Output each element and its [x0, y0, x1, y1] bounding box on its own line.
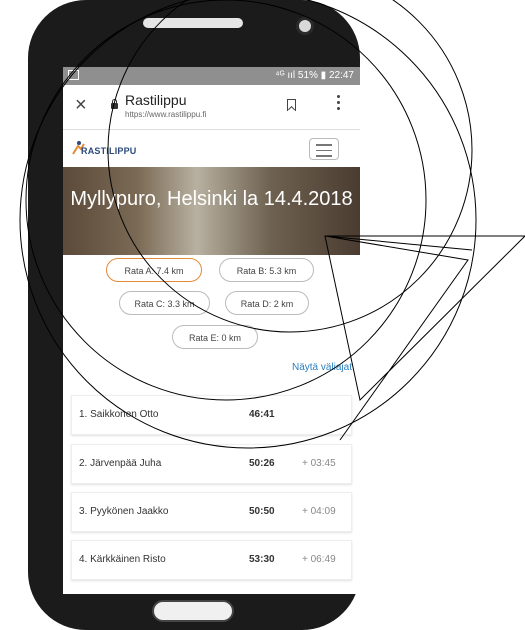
event-title: Myllypuro, Helsinki la 14.4.2018: [70, 188, 353, 210]
browser-toolbar: × Rastilippu https://www.rastilippu.fi: [63, 85, 360, 130]
runner-name: 4. Kärkkäinen Risto: [79, 554, 166, 565]
tab-rata-c[interactable]: Rata C: 3.3 km: [119, 291, 210, 315]
time-difference: + 04:09: [302, 506, 336, 517]
lock-icon: [111, 99, 118, 109]
phone-frame: ⁴ᴳ ııl 51% ▮ 22:47 × Rastilippu https://…: [28, 0, 360, 630]
more-options-icon[interactable]: [337, 95, 341, 113]
runner-name: 1. Saikkonen Otto: [79, 409, 159, 420]
page-title[interactable]: Rastilippu: [125, 92, 186, 108]
front-camera: [296, 17, 314, 35]
time-difference: + 06:49: [302, 554, 336, 565]
runner-time: 50:50: [249, 506, 275, 517]
runner-name: 2. Järvenpää Juha: [79, 458, 162, 469]
hamburger-menu-icon[interactable]: [309, 138, 339, 160]
status-bar: ⁴ᴳ ııl 51% ▮ 22:47: [63, 67, 360, 85]
status-indicators: ⁴ᴳ ııl 51% ▮ 22:47: [275, 70, 354, 81]
bookmark-icon[interactable]: [287, 99, 296, 111]
tab-rata-a[interactable]: Rata A: 7.4 km: [106, 258, 202, 282]
result-row[interactable]: 3. Pyykönen Jaakko 50:50 + 04:09: [71, 492, 352, 532]
runner-time: 53:30: [249, 554, 275, 565]
runner-time: 46:41: [249, 409, 275, 420]
site-header: RASTILIPPU: [63, 130, 360, 167]
runner-name: 3. Pyykönen Jaakko: [79, 506, 169, 517]
page-url[interactable]: https://www.rastilippu.fi: [125, 110, 206, 119]
home-button[interactable]: [152, 600, 234, 622]
tab-rata-b[interactable]: Rata B: 5.3 km: [219, 258, 314, 282]
speaker-grille: [143, 18, 243, 28]
course-tabs: Rata A: 7.4 km Rata B: 5.3 km Rata C: 3.…: [63, 257, 360, 352]
phone-screen: ⁴ᴳ ııl 51% ▮ 22:47 × Rastilippu https://…: [63, 67, 360, 594]
result-row[interactable]: 4. Kärkkäinen Risto 53:30 + 06:49: [71, 540, 352, 580]
runner-time: 50:26: [249, 458, 275, 469]
time-difference: + 03:45: [302, 458, 336, 469]
event-hero-banner: Myllypuro, Helsinki la 14.4.2018: [63, 167, 360, 255]
show-splits-link[interactable]: Näytä väliajat: [292, 362, 352, 373]
result-row[interactable]: 1. Saikkonen Otto 46:41: [71, 395, 352, 435]
result-row[interactable]: 2. Järvenpää Juha 50:26 + 03:45: [71, 444, 352, 484]
tab-rata-d[interactable]: Rata D: 2 km: [225, 291, 309, 315]
close-icon[interactable]: ×: [75, 93, 87, 117]
site-logo[interactable]: RASTILIPPU: [71, 140, 141, 158]
image-notification-icon: [68, 70, 79, 80]
logo-text: RASTILIPPU: [81, 146, 137, 156]
tab-rata-e[interactable]: Rata E: 0 km: [172, 325, 258, 349]
